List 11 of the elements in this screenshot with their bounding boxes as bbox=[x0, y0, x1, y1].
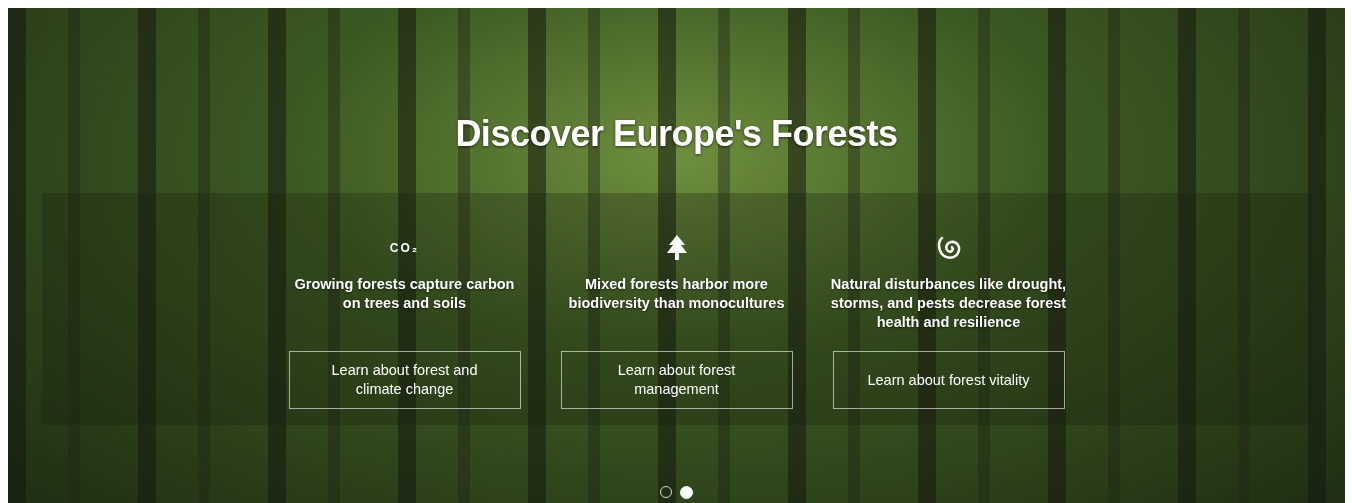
learn-more-button[interactable]: Learn about forest management bbox=[560, 351, 793, 409]
learn-more-button[interactable]: Learn about forest and climate change bbox=[288, 351, 521, 409]
card-text: Natural disturbances like drought, storms, and pests decrease forest health and resilience bbox=[829, 275, 1068, 332]
co2-icon: CO₂ bbox=[389, 241, 420, 255]
learn-more-button[interactable]: Learn about forest vitality bbox=[832, 351, 1065, 409]
slide-dot[interactable] bbox=[680, 486, 693, 499]
card-text: Mixed forests harbor more biodiversity than monocultures bbox=[567, 275, 786, 313]
card-text: Growing forests capture carbon on trees and soils bbox=[293, 275, 516, 313]
hero-title: Discover Europe's Forests bbox=[455, 113, 898, 155]
spiral-icon bbox=[935, 235, 962, 261]
tree-icon bbox=[664, 234, 689, 262]
